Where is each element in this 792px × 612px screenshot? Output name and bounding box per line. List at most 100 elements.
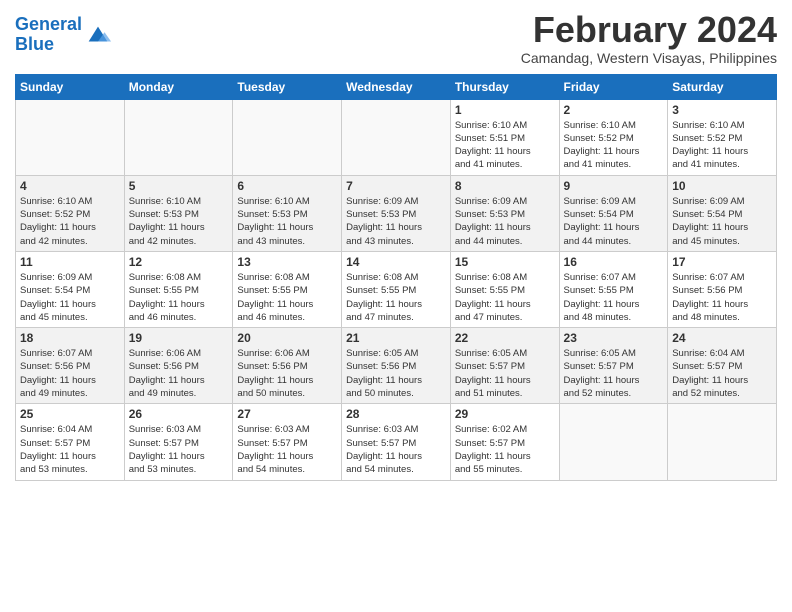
day-info: Sunrise: 6:03 AM Sunset: 5:57 PM Dayligh… [346, 423, 446, 476]
calendar-week-row: 4Sunrise: 6:10 AM Sunset: 5:52 PM Daylig… [16, 175, 777, 251]
calendar-cell: 19 Sunrise: 6:06 AM Sunset: 5:56 PM Dayli… [124, 328, 233, 404]
day-number: 15 [455, 255, 555, 269]
logo-text: GeneralBlue [15, 15, 82, 55]
day-info: Sunrise: 6:10 AM Sunset: 5:51 PM Dayligh… [455, 119, 555, 172]
calendar-cell: 22Sunrise: 6:05 AM Sunset: 5:57 PM Dayli… [450, 328, 559, 404]
calendar-cell: 9 Sunrise: 6:09 AM Sunset: 5:54 PM Daylig… [559, 175, 668, 251]
day-number: 11 [20, 255, 120, 269]
calendar-cell: 11 Sunrise: 6:09 AM Sunset: 5:54 PM Dayli… [16, 251, 125, 327]
calendar-cell: 12 Sunrise: 6:08 AM Sunset: 5:55 PM Dayli… [124, 251, 233, 327]
calendar-cell [559, 404, 668, 480]
day-info: Sunrise: 6:03 AM Sunset: 5:57 PM Dayligh… [237, 423, 337, 476]
calendar-header-monday: Monday [124, 74, 233, 99]
calendar-week-row: 25 Sunrise: 6:04 AM Sunset: 5:57 PM Dayli… [16, 404, 777, 480]
day-number: 9 [564, 179, 664, 193]
day-info: Sunrise: 6:07 AM Sunset: 5:55 PM Dayligh… [564, 271, 664, 324]
day-number: 2 [564, 103, 664, 117]
calendar-cell: 15 Sunrise: 6:08 AM Sunset: 5:55 PM Dayli… [450, 251, 559, 327]
calendar-header-row: SundayMondayTuesdayWednesdayThursdayFrid… [16, 74, 777, 99]
day-number: 22 [455, 331, 555, 345]
month-title: February 2024 [521, 10, 777, 50]
day-info: Sunrise: 6:08 AM Sunset: 5:55 PM Dayligh… [455, 271, 555, 324]
calendar-cell: 18 Sunrise: 6:07 AM Sunset: 5:56 PM Dayli… [16, 328, 125, 404]
day-info: Sunrise: 6:04 AM Sunset: 5:57 PM Dayligh… [672, 347, 772, 400]
day-number: 17 [672, 255, 772, 269]
calendar-cell: 20 Sunrise: 6:06 AM Sunset: 5:56 PM Dayli… [233, 328, 342, 404]
day-number: 25 [20, 407, 120, 421]
day-info: Sunrise: 6:08 AM Sunset: 5:55 PM Dayligh… [346, 271, 446, 324]
day-info: Sunrise: 6:09 AM Sunset: 5:53 PM Dayligh… [346, 195, 446, 248]
calendar-cell: 14 Sunrise: 6:08 AM Sunset: 5:55 PM Dayli… [342, 251, 451, 327]
day-info: Sunrise: 6:07 AM Sunset: 5:56 PM Dayligh… [20, 347, 120, 400]
calendar-cell: 4Sunrise: 6:10 AM Sunset: 5:52 PM Daylig… [16, 175, 125, 251]
calendar-cell: 3 Sunrise: 6:10 AM Sunset: 5:52 PM Daylig… [668, 99, 777, 175]
day-number: 21 [346, 331, 446, 345]
calendar-week-row: 18 Sunrise: 6:07 AM Sunset: 5:56 PM Dayli… [16, 328, 777, 404]
day-info: Sunrise: 6:06 AM Sunset: 5:56 PM Dayligh… [129, 347, 229, 400]
subtitle: Camandag, Western Visayas, Philippines [521, 50, 777, 66]
day-number: 16 [564, 255, 664, 269]
calendar-cell [342, 99, 451, 175]
calendar-week-row: 11 Sunrise: 6:09 AM Sunset: 5:54 PM Dayli… [16, 251, 777, 327]
day-number: 13 [237, 255, 337, 269]
day-info: Sunrise: 6:08 AM Sunset: 5:55 PM Dayligh… [129, 271, 229, 324]
day-info: Sunrise: 6:02 AM Sunset: 5:57 PM Dayligh… [455, 423, 555, 476]
day-number: 23 [564, 331, 664, 345]
day-info: Sunrise: 6:05 AM Sunset: 5:56 PM Dayligh… [346, 347, 446, 400]
day-info: Sunrise: 6:05 AM Sunset: 5:57 PM Dayligh… [564, 347, 664, 400]
calendar-cell: 7 Sunrise: 6:09 AM Sunset: 5:53 PM Daylig… [342, 175, 451, 251]
calendar-cell: 27 Sunrise: 6:03 AM Sunset: 5:57 PM Dayli… [233, 404, 342, 480]
day-number: 28 [346, 407, 446, 421]
day-number: 14 [346, 255, 446, 269]
calendar-cell: 2 Sunrise: 6:10 AM Sunset: 5:52 PM Daylig… [559, 99, 668, 175]
calendar-header-friday: Friday [559, 74, 668, 99]
day-info: Sunrise: 6:06 AM Sunset: 5:56 PM Dayligh… [237, 347, 337, 400]
day-number: 20 [237, 331, 337, 345]
calendar-cell: 21 Sunrise: 6:05 AM Sunset: 5:56 PM Dayli… [342, 328, 451, 404]
day-info: Sunrise: 6:04 AM Sunset: 5:57 PM Dayligh… [20, 423, 120, 476]
day-number: 10 [672, 179, 772, 193]
day-number: 26 [129, 407, 229, 421]
calendar-cell: 5Sunrise: 6:10 AM Sunset: 5:53 PM Daylig… [124, 175, 233, 251]
day-info: Sunrise: 6:10 AM Sunset: 5:52 PM Dayligh… [672, 119, 772, 172]
day-number: 12 [129, 255, 229, 269]
title-area: February 2024 Camandag, Western Visayas,… [521, 10, 777, 66]
calendar-cell: 16 Sunrise: 6:07 AM Sunset: 5:55 PM Dayli… [559, 251, 668, 327]
day-number: 27 [237, 407, 337, 421]
day-info: Sunrise: 6:10 AM Sunset: 5:52 PM Dayligh… [564, 119, 664, 172]
calendar-cell [668, 404, 777, 480]
day-number: 8 [455, 179, 555, 193]
calendar-cell: 1 Sunrise: 6:10 AM Sunset: 5:51 PM Daylig… [450, 99, 559, 175]
day-number: 1 [455, 103, 555, 117]
calendar-cell: 23 Sunrise: 6:05 AM Sunset: 5:57 PM Dayli… [559, 328, 668, 404]
calendar-week-row: 1 Sunrise: 6:10 AM Sunset: 5:51 PM Daylig… [16, 99, 777, 175]
calendar-cell: 29 Sunrise: 6:02 AM Sunset: 5:57 PM Dayli… [450, 404, 559, 480]
day-number: 6 [237, 179, 337, 193]
day-number: 18 [20, 331, 120, 345]
calendar-header-saturday: Saturday [668, 74, 777, 99]
logo: GeneralBlue [15, 15, 112, 55]
calendar-cell: 28 Sunrise: 6:03 AM Sunset: 5:57 PM Dayli… [342, 404, 451, 480]
day-info: Sunrise: 6:07 AM Sunset: 5:56 PM Dayligh… [672, 271, 772, 324]
day-info: Sunrise: 6:09 AM Sunset: 5:54 PM Dayligh… [20, 271, 120, 324]
day-info: Sunrise: 6:09 AM Sunset: 5:54 PM Dayligh… [564, 195, 664, 248]
day-info: Sunrise: 6:09 AM Sunset: 5:53 PM Dayligh… [455, 195, 555, 248]
calendar-header-tuesday: Tuesday [233, 74, 342, 99]
calendar-header-sunday: Sunday [16, 74, 125, 99]
calendar-cell: 13 Sunrise: 6:08 AM Sunset: 5:55 PM Dayli… [233, 251, 342, 327]
day-number: 3 [672, 103, 772, 117]
day-number: 19 [129, 331, 229, 345]
calendar-cell: 6Sunrise: 6:10 AM Sunset: 5:53 PM Daylig… [233, 175, 342, 251]
calendar-header-wednesday: Wednesday [342, 74, 451, 99]
calendar-cell: 17 Sunrise: 6:07 AM Sunset: 5:56 PM Dayli… [668, 251, 777, 327]
day-number: 29 [455, 407, 555, 421]
day-number: 7 [346, 179, 446, 193]
logo-icon [84, 24, 112, 46]
day-info: Sunrise: 6:10 AM Sunset: 5:53 PM Dayligh… [129, 195, 229, 248]
calendar-cell: 10Sunrise: 6:09 AM Sunset: 5:54 PM Dayli… [668, 175, 777, 251]
day-number: 4 [20, 179, 120, 193]
day-info: Sunrise: 6:03 AM Sunset: 5:57 PM Dayligh… [129, 423, 229, 476]
calendar-cell: 24Sunrise: 6:04 AM Sunset: 5:57 PM Dayli… [668, 328, 777, 404]
calendar-cell [233, 99, 342, 175]
day-info: Sunrise: 6:08 AM Sunset: 5:55 PM Dayligh… [237, 271, 337, 324]
